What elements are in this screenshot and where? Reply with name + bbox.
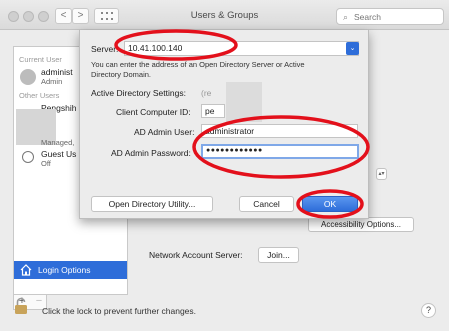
server-label: Server:	[91, 44, 119, 54]
title-bar: < > Users & Groups ⌕	[0, 0, 449, 30]
avatar	[20, 69, 36, 85]
help-button[interactable]: ?	[421, 303, 436, 318]
ad-admin-password-field[interactable]: ●●●●●●●●●●●●	[201, 144, 359, 159]
other-users-section-label: Other Users	[19, 91, 60, 100]
open-directory-utility-button[interactable]: Open Directory Utility...	[91, 196, 213, 212]
house-icon	[20, 264, 32, 276]
ad-admin-password-label: AD Admin Password:	[111, 148, 191, 158]
client-computer-id-field[interactable]: pe	[201, 104, 225, 118]
chevron-down-icon[interactable]: ⌄	[346, 42, 359, 55]
login-options-label: Login Options	[38, 265, 91, 275]
network-account-server-sheet: Server: 10.41.100.140 ⌄ You can enter th…	[79, 30, 369, 219]
guest-user-name[interactable]: Guest Us	[41, 149, 76, 159]
server-field[interactable]: 10.41.100.140	[124, 41, 359, 56]
popup-stepper-icon[interactable]: ▴▾	[376, 168, 387, 180]
search-field[interactable]: ⌕	[336, 8, 444, 25]
search-icon: ⌕	[343, 12, 349, 22]
search-input[interactable]	[354, 10, 440, 23]
lock-message: Click the lock to prevent further change…	[42, 306, 197, 316]
guest-user-icon	[22, 151, 34, 163]
user-role-other-2: Managed,	[41, 138, 75, 147]
current-user-name[interactable]: administ	[41, 67, 73, 77]
redacted-block	[226, 82, 262, 122]
client-computer-id-label: Client Computer ID:	[116, 107, 191, 117]
login-options-item[interactable]: Login Options	[14, 261, 127, 279]
join-button[interactable]: Join...	[258, 247, 299, 263]
ad-settings-extra: (re	[201, 88, 212, 98]
guest-user-role: Off	[41, 159, 51, 168]
ad-admin-user-field[interactable]: administrator	[201, 124, 358, 138]
ok-button[interactable]: OK	[302, 196, 358, 212]
cancel-button[interactable]: Cancel	[239, 196, 294, 212]
accessibility-options-button[interactable]: Accessibility Options...	[308, 217, 414, 232]
current-user-role: Admin	[41, 77, 63, 86]
current-user-section-label: Current User	[19, 55, 62, 64]
server-help-text: You can enter the address of an Open Dir…	[91, 60, 305, 79]
network-account-server-label: Network Account Server:	[149, 250, 243, 260]
lock-icon[interactable]	[14, 297, 28, 314]
ad-settings-label: Active Directory Settings:	[91, 88, 186, 98]
ad-admin-user-label: AD Admin User:	[134, 127, 195, 137]
